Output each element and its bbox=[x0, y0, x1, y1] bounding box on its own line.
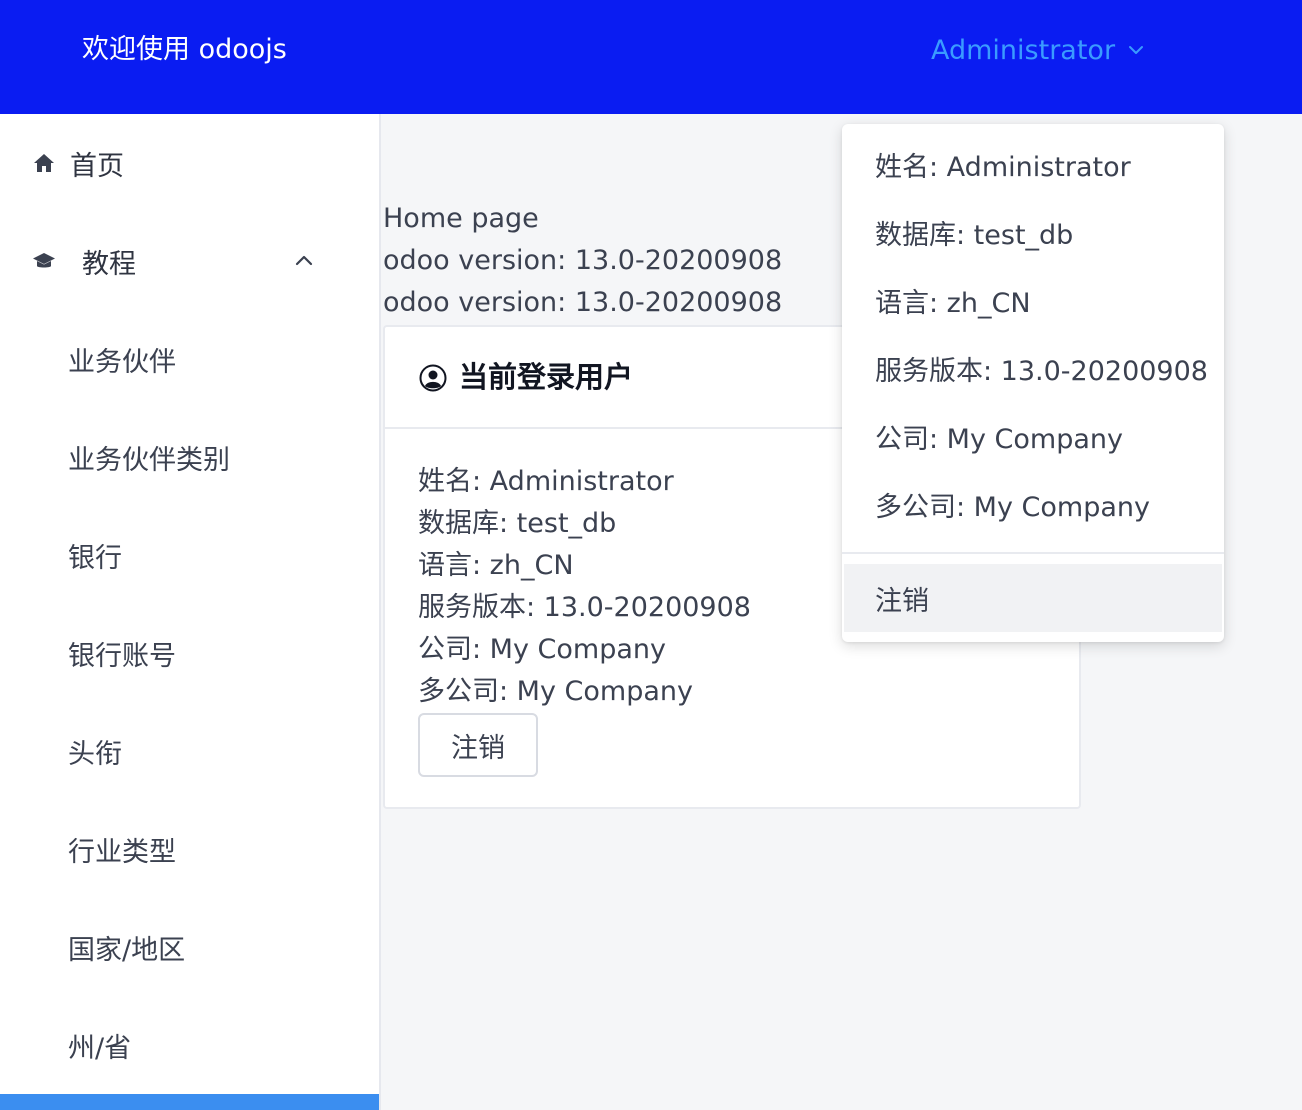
user-dropdown-menu: 姓名: Administrator 数据库: test_db 语言: zh_CN… bbox=[842, 124, 1224, 642]
chevron-down-icon bbox=[1129, 46, 1144, 54]
sidebar-item-industry[interactable]: 行业类型 bbox=[0, 800, 379, 898]
user-field-multi-company: 多公司: My Company bbox=[418, 676, 693, 707]
home-icon bbox=[34, 154, 54, 172]
top-header: 欢迎使用 odoojs Administrator bbox=[0, 0, 1302, 114]
user-menu-label: Administrator bbox=[931, 34, 1116, 66]
dropdown-logout-item[interactable]: 注销 bbox=[844, 564, 1222, 632]
sidebar-submenu-tutorial[interactable]: 教程 bbox=[0, 212, 379, 310]
user-field-server-version: 服务版本: 13.0-20200908 bbox=[418, 592, 751, 623]
sidebar-item-home[interactable]: 首页 bbox=[0, 114, 379, 212]
dropdown-item-language[interactable]: 语言: zh_CN bbox=[875, 283, 1031, 325]
sidebar-item-bank[interactable]: 银行 bbox=[0, 506, 379, 604]
version-text: odoo version: 13.0-20200908 bbox=[383, 245, 783, 276]
app-title: 欢迎使用 odoojs bbox=[82, 34, 287, 65]
dropdown-divider bbox=[842, 552, 1224, 554]
user-field-name: 姓名: Administrator bbox=[418, 466, 674, 497]
sidebar-item-label: 教程 bbox=[82, 248, 136, 280]
user-field-language: 语言: zh_CN bbox=[418, 550, 574, 581]
sidebar-item-partner-category[interactable]: 业务伙伴类别 bbox=[0, 408, 379, 506]
sidebar-item-title[interactable]: 头衔 bbox=[0, 702, 379, 800]
dropdown-item-database[interactable]: 数据库: test_db bbox=[875, 215, 1073, 257]
sidebar-item-country[interactable]: 国家/地区 bbox=[0, 898, 379, 996]
sidebar-item-partner[interactable]: 业务伙伴 bbox=[0, 310, 379, 408]
sidebar-item-active-highlight[interactable] bbox=[0, 1094, 379, 1110]
dropdown-item-multi-company[interactable]: 多公司: My Company bbox=[875, 487, 1150, 529]
dropdown-item-server-version[interactable]: 服务版本: 13.0-20200908 bbox=[875, 351, 1208, 393]
sidebar-item-label: 首页 bbox=[70, 150, 124, 182]
sidebar: 首页 教程 业务伙伴 业务伙伴类别 银行 银行账号 头衔 行业类型 国家/地区 … bbox=[0, 114, 381, 1110]
chevron-up-icon bbox=[295, 255, 313, 266]
user-menu-trigger[interactable]: Administrator bbox=[931, 30, 1145, 70]
sidebar-item-bank-account[interactable]: 银行账号 bbox=[0, 604, 379, 702]
user-field-database: 数据库: test_db bbox=[418, 508, 617, 539]
version-text: odoo version: 13.0-20200908 bbox=[383, 287, 783, 318]
user-circle-icon bbox=[419, 364, 447, 392]
sidebar-item-state[interactable]: 州/省 bbox=[0, 996, 379, 1094]
dropdown-item-name[interactable]: 姓名: Administrator bbox=[875, 147, 1131, 189]
graduation-cap-icon bbox=[33, 253, 55, 268]
dropdown-item-company[interactable]: 公司: My Company bbox=[875, 419, 1123, 461]
card-title: 当前登录用户 bbox=[459, 360, 634, 394]
logout-button[interactable]: 注销 bbox=[418, 713, 538, 777]
page-heading: Home page bbox=[383, 203, 539, 234]
user-field-company: 公司: My Company bbox=[418, 634, 666, 665]
